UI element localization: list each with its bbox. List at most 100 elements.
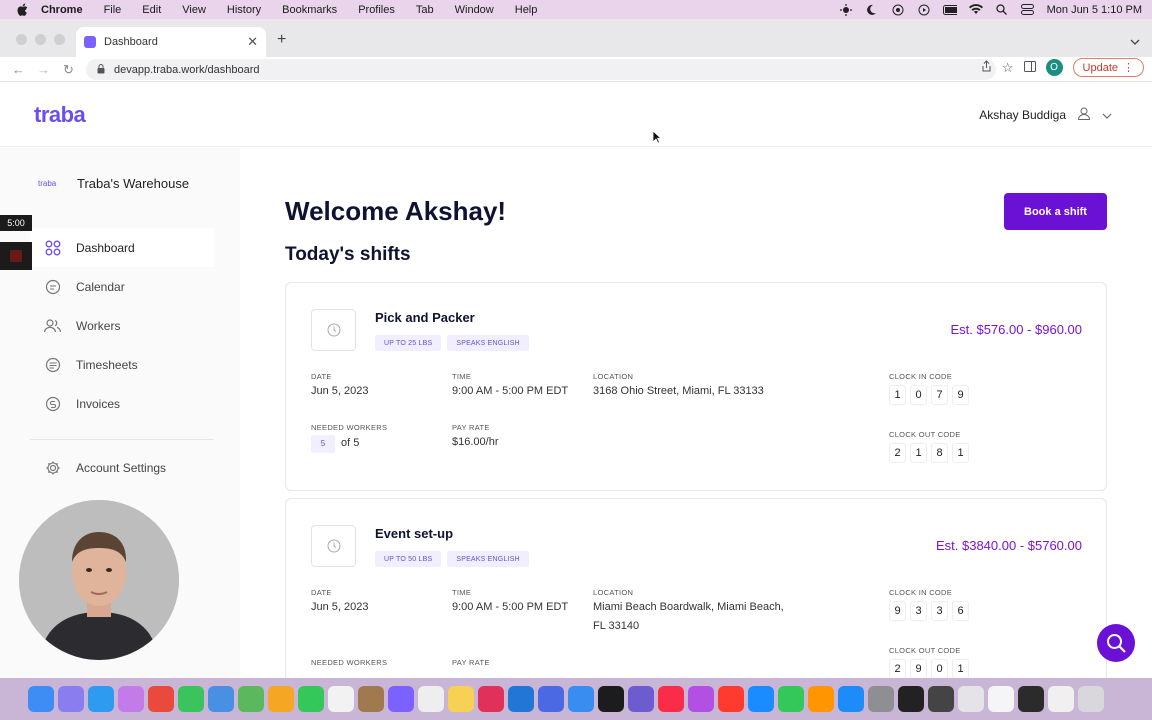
downloads-icon[interactable] xyxy=(1048,686,1074,712)
zoom-icon[interactable] xyxy=(538,686,564,712)
wifi-icon[interactable] xyxy=(968,4,983,16)
lock-icon[interactable] xyxy=(97,64,105,77)
code-digit: 8 xyxy=(931,443,948,463)
keynote-icon[interactable] xyxy=(748,686,774,712)
shift-title[interactable]: Pick and Packer xyxy=(375,310,475,325)
battery-icon[interactable] xyxy=(942,4,957,16)
share-icon[interactable] xyxy=(981,59,992,77)
pages-icon[interactable] xyxy=(808,686,834,712)
sidebar-item-workers[interactable]: Workers xyxy=(30,306,214,345)
sidebar-item-invoices[interactable]: Invoices xyxy=(30,384,214,423)
stop-recording-button[interactable] xyxy=(0,242,32,270)
preview-icon[interactable] xyxy=(958,686,984,712)
record-icon[interactable] xyxy=(891,4,905,16)
shift-card[interactable]: Event set-up UP TO 50 LBS SPEAKS ENGLISH… xyxy=(285,498,1107,688)
back-arrow-icon[interactable]: ← xyxy=(12,62,25,77)
search-fab-button[interactable] xyxy=(1097,624,1135,662)
menu-window[interactable]: Window xyxy=(455,4,494,16)
sidebar-item-label: Invoices xyxy=(76,396,121,411)
menu-view[interactable]: View xyxy=(182,4,206,16)
chrome-update-button[interactable]: Update ⋮ xyxy=(1072,58,1144,77)
facetime-icon[interactable] xyxy=(298,686,324,712)
zoom-window-button[interactable] xyxy=(54,34,65,45)
mail-icon[interactable] xyxy=(208,686,234,712)
menu-app-name[interactable]: Chrome xyxy=(41,4,83,16)
menu-tab[interactable]: Tab xyxy=(416,4,434,16)
macos-menu-bar: Chrome File Edit View History Bookmarks … xyxy=(0,0,1152,19)
moon-icon[interactable] xyxy=(865,4,879,16)
address-bar[interactable]: devapp.traba.work/dashboard xyxy=(86,59,996,80)
terminal-icon[interactable] xyxy=(898,686,924,712)
chrome-icon[interactable] xyxy=(148,686,174,712)
settings-app-icon[interactable] xyxy=(568,686,594,712)
menu-profiles[interactable]: Profiles xyxy=(358,4,395,16)
imovie-icon[interactable] xyxy=(388,686,414,712)
close-tab-icon[interactable]: ✕ xyxy=(247,34,258,50)
close-window-button[interactable] xyxy=(16,34,27,45)
sidebar-item-calendar[interactable]: Calendar xyxy=(30,267,214,306)
sidebar-item-timesheets[interactable]: Timesheets xyxy=(30,345,214,384)
numbers-icon[interactable] xyxy=(778,686,804,712)
code-digit: 0 xyxy=(931,659,948,679)
book-shift-button[interactable]: Book a shift xyxy=(1004,193,1107,230)
finder-icon[interactable] xyxy=(28,686,54,712)
menu-history[interactable]: History xyxy=(227,4,261,16)
needed-workers: 5 of 5 xyxy=(311,434,359,453)
menu-help[interactable]: Help xyxy=(515,4,538,16)
safari-icon[interactable] xyxy=(88,686,114,712)
linear-icon[interactable] xyxy=(628,686,654,712)
presenter-image xyxy=(19,500,179,660)
shift-title[interactable]: Event set-up xyxy=(375,526,453,541)
new-tab-icon[interactable]: + xyxy=(277,31,286,49)
music-icon[interactable] xyxy=(658,686,684,712)
launchpad-icon[interactable] xyxy=(58,686,84,712)
search-icon[interactable] xyxy=(995,4,1009,16)
apple-tv-icon[interactable] xyxy=(598,686,624,712)
xcode-icon[interactable] xyxy=(838,686,864,712)
forward-arrow-icon[interactable]: → xyxy=(37,62,50,77)
messages-icon[interactable] xyxy=(178,686,204,712)
menu-bookmarks[interactable]: Bookmarks xyxy=(282,4,337,16)
slack-icon[interactable] xyxy=(478,686,504,712)
screen-recorder-icon[interactable] xyxy=(928,686,954,712)
news-icon[interactable] xyxy=(718,686,744,712)
notes-icon[interactable] xyxy=(448,686,474,712)
clock-out-label: CLOCK OUT CODE xyxy=(889,646,961,655)
menu-edit[interactable]: Edit xyxy=(142,4,161,16)
menu-file[interactable]: File xyxy=(104,4,122,16)
workers-filled: 5 xyxy=(311,434,335,453)
profile-avatar[interactable]: O xyxy=(1045,59,1063,76)
control-center-icon[interactable] xyxy=(1021,4,1035,16)
reload-icon[interactable]: ↻ xyxy=(63,62,74,78)
vscode-icon[interactable] xyxy=(508,686,534,712)
document-icon[interactable] xyxy=(988,686,1014,712)
tab-search-chevron-icon[interactable] xyxy=(1130,32,1140,50)
user-menu[interactable]: Akshay Buddiga xyxy=(979,107,1112,123)
bookmark-star-icon[interactable]: ☆ xyxy=(1002,60,1014,76)
requirement-tag: UP TO 50 LBS xyxy=(375,551,442,567)
traba-logo[interactable]: traba xyxy=(34,102,86,128)
menu-datetime[interactable]: Mon Jun 5 1:10 PM xyxy=(1047,4,1142,16)
minimize-window-button[interactable] xyxy=(35,34,46,45)
trash-icon[interactable] xyxy=(1078,686,1104,712)
play-icon[interactable] xyxy=(917,4,931,16)
calendar-app-icon[interactable] xyxy=(328,686,354,712)
app-header: traba Akshay Buddiga xyxy=(0,83,1152,147)
apple-icon[interactable] xyxy=(15,3,29,17)
clock-in-label: CLOCK IN CODE xyxy=(889,588,953,597)
shift-card[interactable]: Pick and Packer UP TO 25 LBS SPEAKS ENGL… xyxy=(285,282,1107,491)
system-preferences-icon[interactable] xyxy=(868,686,894,712)
sidebar-item-account-settings[interactable]: Account Settings xyxy=(30,448,214,487)
organization-switcher[interactable]: traba Traba's Warehouse xyxy=(38,176,189,191)
podcasts-icon[interactable] xyxy=(688,686,714,712)
reminders-icon[interactable] xyxy=(418,686,444,712)
browser-tab-dashboard[interactable]: Dashboard ✕ xyxy=(76,27,266,57)
app-store-icon[interactable] xyxy=(118,686,144,712)
photos-icon[interactable] xyxy=(268,686,294,712)
brightness-icon[interactable] xyxy=(839,3,853,16)
window-icon[interactable] xyxy=(1018,686,1044,712)
side-panel-icon[interactable] xyxy=(1023,59,1036,77)
sidebar-item-dashboard[interactable]: Dashboard xyxy=(30,228,214,267)
contacts-icon[interactable] xyxy=(358,686,384,712)
maps-icon[interactable] xyxy=(238,686,264,712)
